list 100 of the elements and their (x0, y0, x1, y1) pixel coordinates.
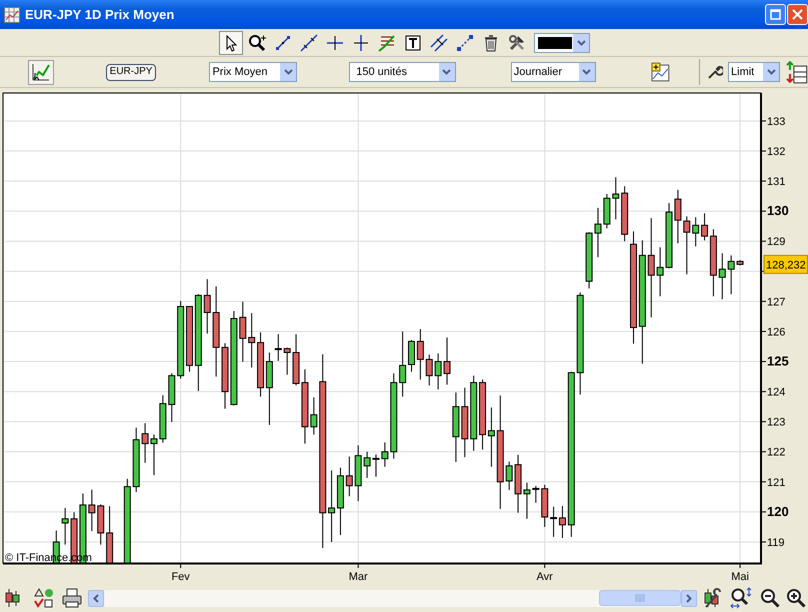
current-price-tag: 128,232 (764, 254, 808, 274)
trend-line-icon (300, 34, 318, 52)
price-axis-label: 130 (767, 203, 789, 218)
maximize-button[interactable] (765, 4, 786, 25)
rising-candlestick (656, 246, 664, 297)
falling-candlestick (541, 484, 548, 528)
falling-candlestick (372, 454, 380, 478)
price-axis-label: 125 (767, 354, 789, 369)
falling-candlestick (674, 189, 682, 244)
fibonacci-lines-icon (378, 34, 396, 52)
rising-candlestick (434, 352, 442, 390)
wrench-icon[interactable] (707, 64, 724, 80)
price-axis-label: 127 (767, 296, 786, 308)
falling-candlestick (239, 301, 246, 362)
rising-candlestick (132, 427, 140, 493)
chart-window-icon (4, 6, 20, 22)
add-chart-icon[interactable] (650, 62, 670, 82)
rising-candlestick (612, 176, 620, 220)
rising-candlestick (488, 407, 495, 468)
rising-candlestick (159, 394, 166, 444)
rising-candlestick (354, 444, 362, 502)
bar-count-dropdown[interactable]: 150 unités (349, 62, 456, 82)
falling-candlestick (461, 387, 468, 458)
price-type-dropdown[interactable]: Prix Moyen (209, 62, 298, 82)
chevron-right-icon (686, 594, 692, 602)
vertical-line-icon (352, 34, 370, 52)
order-panel-icon[interactable] (786, 60, 808, 84)
rising-candlestick (62, 507, 69, 546)
interval-dropdown[interactable]: Journalier (510, 62, 596, 82)
rising-candlestick (506, 461, 513, 490)
falling-candlestick (346, 456, 353, 497)
price-axis-label: 122 (767, 446, 786, 459)
printer-icon[interactable] (62, 588, 82, 608)
falling-candlestick (514, 454, 522, 514)
month-axis-label: Avr (536, 571, 553, 583)
falling-candlestick (222, 342, 229, 410)
rising-candlestick (718, 252, 726, 300)
color-dropdown[interactable] (534, 32, 590, 52)
falling-candlestick (248, 312, 256, 368)
month-axis-label: Fev (171, 571, 190, 583)
order-type-dropdown[interactable]: Limit (728, 62, 780, 82)
month-axis-label: Mai (731, 571, 749, 583)
symbol-button[interactable]: EUR-JPY (106, 64, 156, 80)
falling-candlestick (683, 216, 690, 275)
zoom-fit-icon[interactable] (730, 587, 752, 609)
falling-candlestick (479, 379, 486, 450)
trash-icon (482, 34, 500, 52)
price-axis-label: 123 (767, 416, 786, 429)
zoom-out-icon[interactable] (760, 588, 780, 608)
falling-candlestick (621, 186, 628, 242)
falling-candlestick (736, 260, 744, 266)
zoom-in-icon (248, 34, 266, 52)
falling-candlestick (97, 504, 104, 546)
price-axis-label: 132 (767, 146, 786, 158)
month-axis-label: Mar (348, 571, 368, 583)
dotted-line-icon (456, 34, 474, 52)
rising-candlestick (452, 392, 460, 462)
line-segment-icon (274, 34, 292, 52)
falling-candlestick (142, 422, 149, 464)
scroll-left-button[interactable] (88, 590, 104, 606)
rising-candlestick (381, 442, 388, 468)
chart-wizard-icon (30, 62, 51, 82)
window-title: EUR-JPY 1D Prix Moyen (25, 6, 174, 24)
falling-candlestick (444, 336, 451, 386)
candlestick-chart-icon[interactable] (4, 588, 22, 608)
scroll-right-button[interactable] (681, 590, 697, 606)
chart-settings-icon[interactable] (702, 587, 722, 609)
horizontal-scrollbar[interactable] (104, 590, 681, 606)
falling-candlestick (274, 334, 282, 362)
falling-candlestick (88, 489, 96, 532)
hammer-wrench-icon (508, 34, 526, 52)
shapes-icon[interactable] (34, 588, 54, 608)
horizontal-line-icon (326, 34, 344, 52)
pointer-tool-button[interactable] (219, 30, 243, 54)
zoom-in-icon[interactable] (786, 588, 806, 608)
rising-candlestick (728, 254, 735, 295)
parallel-lines-icon (430, 34, 448, 52)
color-swatch (538, 36, 572, 48)
falling-candlestick (186, 306, 193, 372)
close-icon (792, 9, 803, 20)
scrollbar-thumb[interactable] (599, 590, 681, 606)
close-button[interactable] (787, 4, 808, 25)
rising-candlestick (150, 434, 158, 476)
rising-candlestick (523, 482, 530, 520)
price-axis-label: 119 (767, 536, 785, 549)
rising-candlestick (364, 451, 371, 478)
chart-wizard-button[interactable] (28, 60, 54, 84)
falling-candlestick (204, 278, 211, 334)
rising-candlestick (692, 216, 700, 247)
falling-candlestick (257, 332, 264, 398)
rising-candlestick (408, 340, 415, 372)
price-axis-label: 124 (767, 386, 786, 399)
chevron-left-icon (93, 594, 99, 602)
price-axis-label: 133 (767, 116, 786, 128)
price-axis-label: 120 (767, 504, 789, 519)
rising-candlestick (603, 194, 610, 229)
rising-candlestick (666, 202, 673, 269)
price-axis-label: 121 (767, 476, 786, 489)
rising-candlestick (399, 330, 406, 398)
falling-candlestick (284, 347, 291, 376)
